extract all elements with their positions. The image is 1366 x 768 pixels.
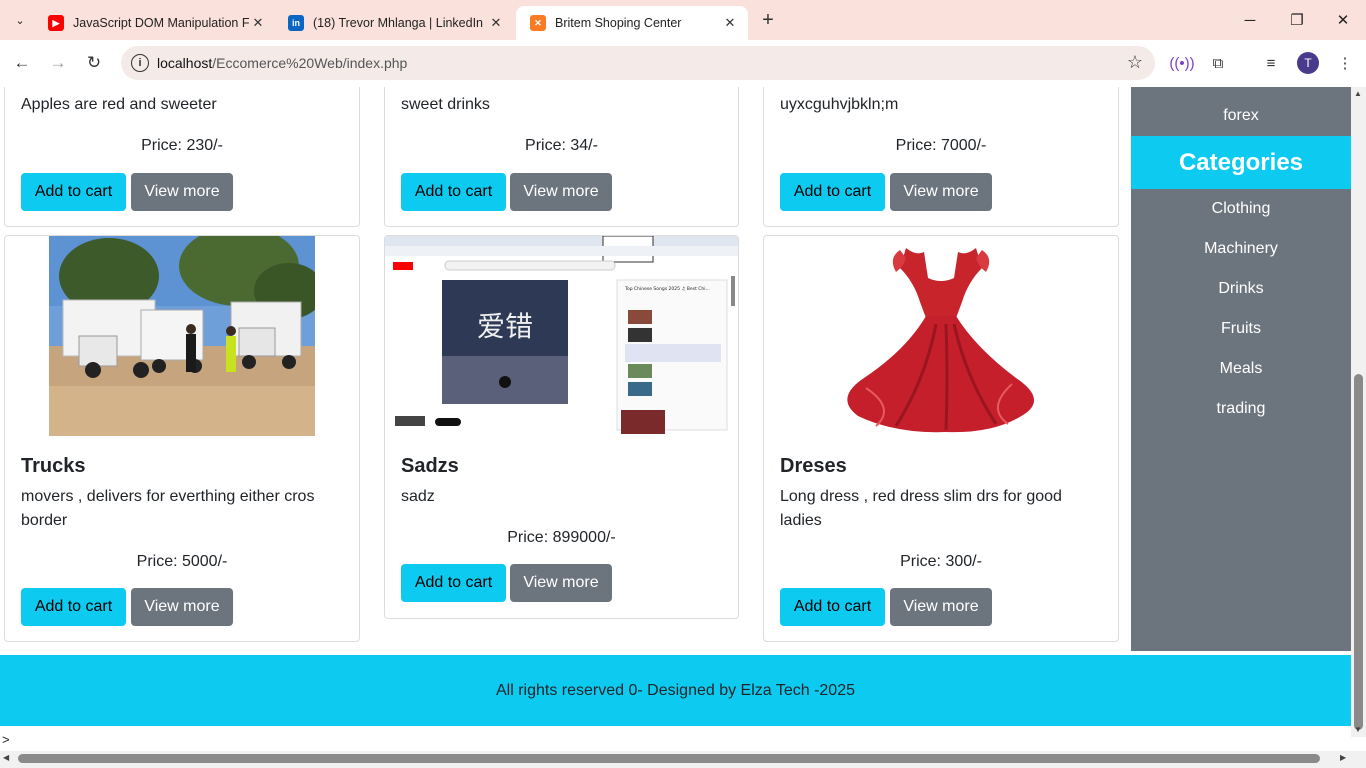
- view-more-button[interactable]: View more: [890, 173, 992, 211]
- youtube-icon: ▶: [48, 15, 64, 31]
- footer-text: All rights reserved 0- Designed by Elza …: [496, 681, 855, 699]
- sidebar-item-trading[interactable]: trading: [1131, 400, 1351, 418]
- page-viewport: Apples are red and sweeter Price: 230/- …: [0, 87, 1366, 768]
- extensions-puzzle-icon[interactable]: ⧉: [1206, 51, 1230, 75]
- close-icon[interactable]: ✕: [722, 15, 738, 31]
- close-icon[interactable]: ✕: [488, 15, 504, 31]
- scroll-up-arrow-icon[interactable]: ▲: [1354, 89, 1362, 98]
- tab-linkedin[interactable]: in (18) Trevor Mhlanga | LinkedIn ✕: [274, 6, 514, 40]
- linkedin-icon: in: [288, 15, 304, 31]
- categories-heading: Categories: [1131, 136, 1351, 189]
- view-more-button[interactable]: View more: [510, 564, 612, 602]
- vertical-scrollbar[interactable]: ▲ ▼: [1351, 87, 1366, 737]
- add-to-cart-button[interactable]: Add to cart: [780, 588, 885, 626]
- youtube-screenshot-image: 爱错 Top Chinese Songs 2025 ♫ Best Chi...: [385, 236, 738, 436]
- product-card: uyxcguhvjbkln;m Price: 7000/- Add to car…: [763, 87, 1119, 227]
- sidebar-item-drinks[interactable]: Drinks: [1131, 280, 1351, 298]
- broadcast-icon[interactable]: ((•)): [1169, 51, 1194, 75]
- tab-youtube[interactable]: ▶ JavaScript DOM Manipulation F ✕: [34, 6, 276, 40]
- song-title-text: 爱错: [477, 310, 533, 343]
- view-more-button[interactable]: View more: [890, 588, 992, 626]
- vertical-scroll-thumb[interactable]: [1354, 374, 1363, 730]
- url-text[interactable]: localhost/Eccomerce%20Web/index.php: [157, 55, 407, 71]
- tab-strip: ⌄ ▶ JavaScript DOM Manipulation F ✕ in (…: [0, 0, 1366, 40]
- add-to-cart-button[interactable]: Add to cart: [401, 173, 506, 211]
- sidebar-item-fruits[interactable]: Fruits: [1131, 320, 1351, 338]
- back-arrow-icon[interactable]: ←: [9, 50, 35, 76]
- restore-icon[interactable]: ❐: [1283, 8, 1311, 32]
- scroll-right-arrow-icon[interactable]: ▶: [1340, 753, 1346, 762]
- horizontal-scroll-thumb[interactable]: [18, 754, 1320, 763]
- horizontal-scrollbar[interactable]: ◀ ▶: [0, 751, 1366, 768]
- add-to-cart-button[interactable]: Add to cart: [780, 173, 885, 211]
- new-tab-plus-icon[interactable]: +: [756, 8, 780, 32]
- sidebar-item-forex[interactable]: forex: [1131, 107, 1351, 125]
- tab-britem[interactable]: ✕ Britem Shoping Center ✕: [516, 6, 748, 40]
- product-name: Trucks: [21, 455, 86, 477]
- sidebar-item-clothing[interactable]: Clothing: [1131, 200, 1351, 218]
- trucks-image: [49, 236, 315, 436]
- bookmark-star-icon[interactable]: ☆: [1127, 52, 1143, 73]
- stray-text: >: [2, 732, 10, 747]
- add-to-cart-button[interactable]: Add to cart: [21, 588, 126, 626]
- address-bar[interactable]: i localhost/Eccomerce%20Web/index.php ☆: [121, 46, 1155, 80]
- category-sidebar: forex Categories Clothing Machinery Drin…: [1131, 87, 1351, 651]
- forward-arrow-icon[interactable]: →: [45, 50, 71, 76]
- add-to-cart-button[interactable]: Add to cart: [21, 173, 126, 211]
- window-close-icon[interactable]: ✕: [1329, 8, 1357, 32]
- page-footer: All rights reserved 0- Designed by Elza …: [0, 655, 1351, 726]
- playlist-title-text: Top Chinese Songs 2025 ♫ Best Chi...: [624, 286, 710, 292]
- view-more-button[interactable]: View more: [510, 173, 612, 211]
- media-controls-icon[interactable]: ≡: [1259, 51, 1283, 75]
- add-to-cart-button[interactable]: Add to cart: [401, 564, 506, 602]
- close-icon[interactable]: ✕: [250, 15, 266, 31]
- product-name: Sadzs: [401, 455, 459, 477]
- product-card-trucks: Trucks movers , delivers for everthing e…: [4, 235, 360, 642]
- site-info-icon[interactable]: i: [131, 54, 149, 72]
- product-card: Apples are red and sweeter Price: 230/- …: [4, 87, 360, 227]
- reload-icon[interactable]: ↻: [81, 50, 107, 76]
- red-dress-image: [847, 248, 1034, 433]
- minimize-icon[interactable]: ─: [1236, 8, 1264, 32]
- more-menu-icon[interactable]: ⋮: [1333, 51, 1357, 75]
- view-more-button[interactable]: View more: [131, 173, 233, 211]
- product-card-dreses: Dreses Long dress , red dress slim drs f…: [763, 235, 1119, 642]
- sidebar-item-meals[interactable]: Meals: [1131, 360, 1351, 378]
- tab-search-chevron-icon[interactable]: ⌄: [6, 7, 34, 33]
- xampp-icon: ✕: [530, 15, 546, 31]
- sidebar-item-machinery[interactable]: Machinery: [1131, 240, 1351, 258]
- view-more-button[interactable]: View more: [131, 588, 233, 626]
- scroll-left-arrow-icon[interactable]: ◀: [3, 753, 9, 762]
- scroll-down-arrow-icon[interactable]: ▼: [1354, 725, 1362, 734]
- product-card-sadzs: 爱错 Top Chinese Songs 2025 ♫ Best Chi... …: [384, 235, 739, 619]
- profile-avatar[interactable]: T: [1297, 52, 1319, 74]
- toolbar: ← → ↻ i localhost/Eccomerce%20Web/index.…: [0, 40, 1366, 87]
- product-card: sweet drinks Price: 34/- Add to cart Vie…: [384, 87, 739, 227]
- product-name: Dreses: [780, 455, 847, 477]
